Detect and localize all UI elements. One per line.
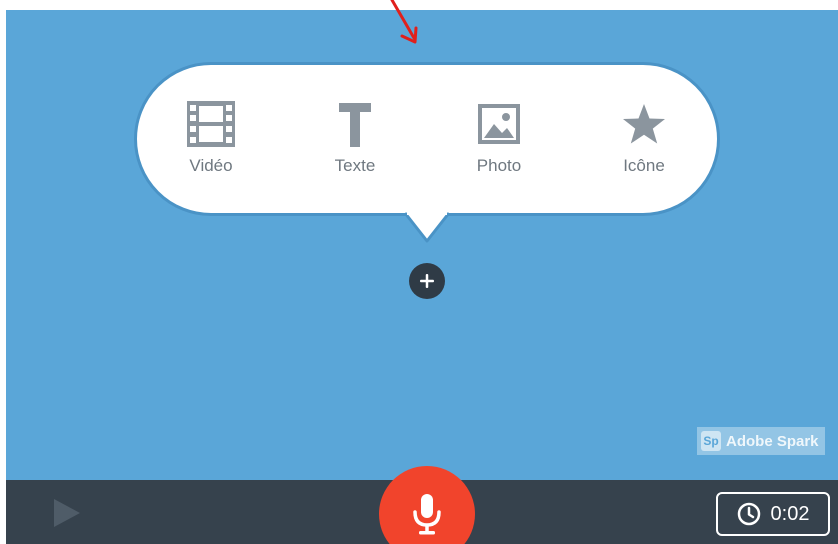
spark-logo-badge: Sp [701, 431, 721, 451]
star-icon [616, 98, 672, 150]
play-icon[interactable] [50, 497, 84, 529]
adobe-spark-watermark: Sp Adobe Spark [697, 427, 825, 455]
menu-item-text-label: Texte [334, 156, 376, 175]
text-t-icon [327, 98, 383, 150]
clock-icon [737, 502, 760, 526]
add-button[interactable] [409, 263, 445, 299]
microphone-icon [413, 494, 441, 535]
menu-item-text[interactable]: Texte [300, 98, 410, 176]
duration-text: 0:02 [770, 502, 810, 525]
menu-item-icon[interactable]: Icône [589, 98, 699, 176]
film-icon [183, 98, 239, 150]
menu-item-video-label: Vidéo [189, 156, 233, 175]
bubble-tail [405, 205, 449, 243]
duration-button[interactable]: 0:02 [716, 492, 830, 536]
annotation-arrow-icon [390, 0, 418, 44]
watermark-text: Adobe Spark [726, 432, 819, 450]
menu-item-photo[interactable]: Photo [444, 98, 554, 176]
menu-item-video[interactable]: Vidéo [156, 98, 266, 176]
menu-item-photo-label: Photo [476, 156, 522, 175]
plus-icon [420, 274, 434, 288]
app-root: Vidéo Texte Photo Icône Sp Adobe Spark 0… [0, 0, 838, 544]
menu-item-icon-label: Icône [623, 156, 665, 175]
image-icon [471, 98, 527, 150]
